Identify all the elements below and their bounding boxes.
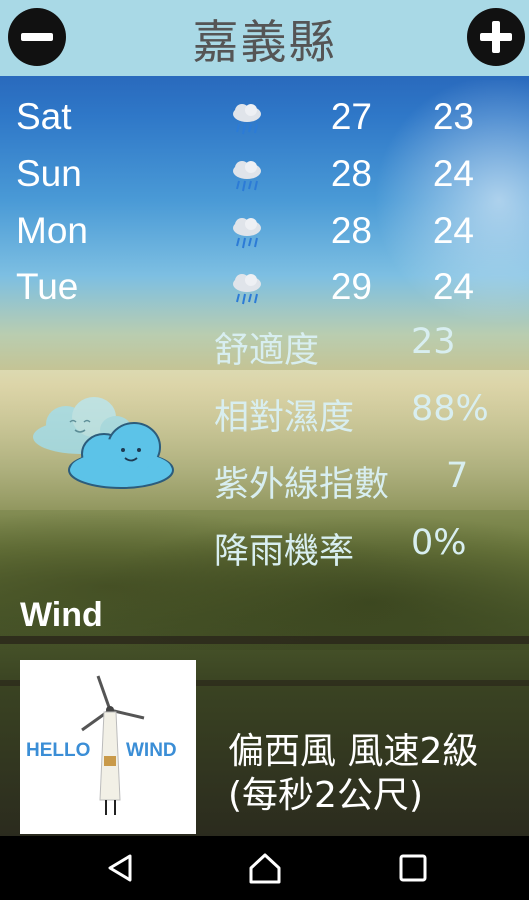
railing — [0, 636, 529, 644]
cloudy-icon — [33, 397, 174, 489]
forecast-day: Tue — [16, 266, 79, 307]
stat-label: 紫外線指數 — [214, 465, 390, 505]
stat-value: 0% — [411, 523, 467, 563]
forecast-low: 24 — [432, 153, 474, 194]
stat-label: 舒適度 — [214, 331, 320, 371]
forecast-high: 29 — [330, 266, 372, 307]
wind-image-text-left: HELLO — [26, 740, 91, 761]
forecast-low: 24 — [432, 210, 474, 251]
wind-image: HELLO WIND — [20, 660, 196, 834]
back-triangle-icon[interactable] — [100, 850, 140, 886]
stat-value: 88% — [411, 389, 489, 429]
city-title: 嘉義縣 — [192, 15, 337, 69]
forecast-day: Sat — [16, 96, 72, 137]
stat-label: 相對濕度 — [214, 398, 355, 438]
home-icon[interactable] — [245, 850, 285, 886]
stat-value: 7 — [446, 456, 469, 496]
forecast-high: 28 — [330, 153, 372, 194]
forecast-row: Tue 29 24 — [0, 266, 529, 322]
forecast-row: Sun 28 24 — [0, 153, 529, 209]
forecast-low: 24 — [432, 266, 474, 307]
wind-direction-speed: 偏西風 風速2級 — [228, 731, 479, 772]
rain-cloud-icon — [233, 274, 261, 305]
forecast-high: 28 — [330, 210, 372, 251]
wind-speed-mps: (每秒2公尺) — [228, 775, 423, 816]
forecast-day: Sun — [16, 153, 82, 194]
rain-cloud-icon — [233, 161, 261, 192]
stat-label: 降雨機率 — [214, 532, 355, 572]
recents-square-icon[interactable] — [392, 850, 432, 886]
wind-description: 偏西風 風速2級 (每秒2公尺) — [228, 730, 528, 818]
rain-cloud-icon — [233, 104, 261, 135]
forecast-row: Sat 27 23 — [0, 96, 529, 152]
rain-cloud-icon — [233, 218, 261, 249]
wind-heading: Wind — [20, 596, 103, 634]
add-city-button[interactable] — [467, 8, 525, 66]
header-bar: 嘉義縣 — [0, 0, 529, 76]
navigation-bar — [0, 836, 529, 900]
forecast-row: Mon 28 24 — [0, 210, 529, 266]
forecast-low: 23 — [432, 96, 474, 137]
stat-value: 23 — [411, 322, 456, 362]
forecast-day: Mon — [16, 210, 88, 251]
forecast-high: 27 — [330, 96, 372, 137]
wind-image-text-right: WIND — [126, 740, 177, 761]
